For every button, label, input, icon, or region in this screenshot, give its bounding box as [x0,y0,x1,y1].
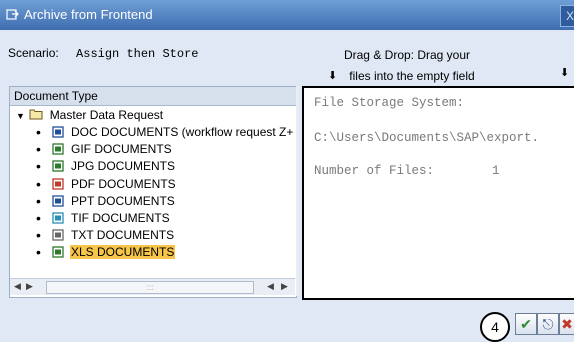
scroll-right-icon[interactable]: ▶ [26,281,33,292]
doc-icon [52,126,64,138]
drop-area[interactable]: File Storage System: C:\Users\Documents\… [302,86,574,300]
cancel-button[interactable]: ✖ [559,313,574,335]
scroll-left-icon[interactable]: ◀ [267,281,274,292]
step-number-badge: 4 [480,312,510,342]
window-title: Archive from Frontend [24,7,153,22]
tree-item-label: PDF DOCUMENTS [71,176,176,191]
ppt-icon [52,195,64,207]
tif-icon [52,212,64,224]
tree-bullet: • [36,175,41,192]
tree-item[interactable]: • DOC DOCUMENTS (workflow request Z+ [10,124,296,141]
tree-root[interactable]: ▼ Master Data Request [16,107,286,124]
scroll-right-icon[interactable]: ▶ [281,281,288,292]
tree-header: Document Type [10,87,296,106]
tree-bullet: • [36,124,41,140]
tree-item-label: PPT DOCUMENTS [71,193,175,208]
tree-item-label: XLS DOCUMENTS [70,245,176,260]
files-count-label: Number of Files: [314,164,435,178]
tree-item-label: JPG DOCUMENTS [71,159,176,174]
tree-bullet: • [36,227,41,244]
pdf-icon [52,177,64,190]
scrollbar-thumb[interactable]: ::: [46,281,254,294]
drag-drop-hint: Drag & Drop: Drag your files into the em… [312,45,502,87]
tree-item[interactable]: • PPT DOCUMENTS [10,193,296,210]
storage-path: C:\Users\Documents\SAP\export. [314,131,540,145]
horizontal-scrollbar[interactable]: ◀ ▶ ::: ◀ ▶ [10,278,295,295]
save-archive-button[interactable]: ⎋ [537,313,559,335]
tree-item[interactable]: • TIF DOCUMENTS [10,210,296,227]
expand-triangle-icon[interactable]: ▼ [16,108,26,125]
document-type-tree[interactable]: Document Type ▼ Master Data Request • DOC… [9,86,297,298]
scroll-left-icon[interactable]: ◀ [14,281,21,292]
tree-bullet: • [36,210,41,226]
storage-label: File Storage System: [314,96,465,110]
tree-item[interactable]: • XLS DOCUMENTS [10,244,296,261]
tree-item-label: GIF DOCUMENTS [71,142,172,157]
tree-bullet: • [36,244,41,261]
files-count-value: 1 [492,164,500,178]
down-arrow-icon: ⬇ [328,70,338,82]
drag-drop-line2: files into the empty field [349,69,475,83]
tree-item-label: TXT DOCUMENTS [71,228,175,243]
tree-item-label: DOC DOCUMENTS (workflow request Z+ [71,125,294,139]
jpg-icon [52,160,64,173]
close-button[interactable]: X [560,5,574,27]
folder-icon [29,109,43,120]
tree-item[interactable]: • TXT DOCUMENTS [10,227,296,244]
confirm-button[interactable]: ✔ [515,313,537,335]
gif-icon [52,143,64,155]
export-icon [6,9,19,20]
scenario-row: Scenario: Assign then Store [8,46,198,61]
tree-bullet: • [36,141,41,158]
tree-root-label: Master Data Request [49,108,164,122]
txt-icon [52,229,64,241]
tree-item-label: TIF DOCUMENTS [71,211,170,225]
tree-bullet: • [36,192,41,209]
drag-drop-line1: Drag & Drop: Drag your [343,48,471,62]
scenario-value: Assign then Store [76,47,199,61]
panel-splitter[interactable] [296,86,299,296]
tree-item[interactable]: • JPG DOCUMENTS [10,158,296,175]
xls-icon [52,246,64,259]
tree-item[interactable]: • GIF DOCUMENTS [10,141,296,158]
title-bar: Archive from Frontend X [0,0,574,30]
scenario-label: Scenario: [8,46,59,60]
tree-bullet: • [36,158,41,175]
down-arrow-icon: ⬇ [560,67,570,79]
tree-item[interactable]: • PDF DOCUMENTS [10,176,296,193]
